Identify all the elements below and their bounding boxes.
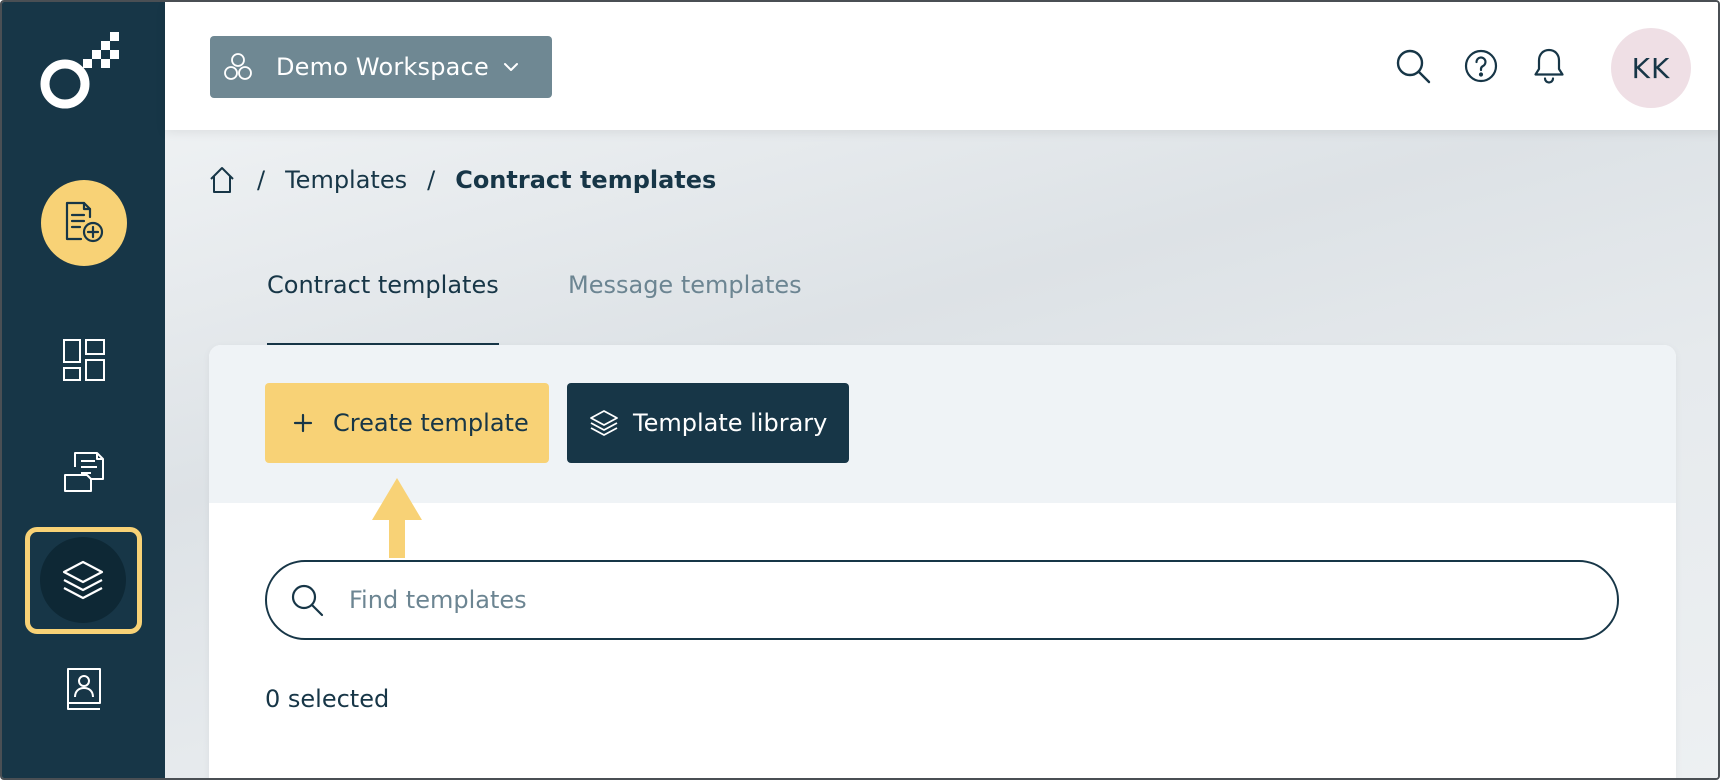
tab-label: Message templates — [568, 271, 802, 299]
search-icon — [289, 582, 325, 618]
new-document-icon — [62, 201, 106, 245]
template-library-label: Template library — [633, 409, 828, 437]
search-input[interactable] — [347, 585, 1551, 615]
help-icon[interactable] — [1461, 46, 1501, 86]
template-search[interactable] — [265, 560, 1619, 640]
breadcrumb-templates[interactable]: Templates — [285, 166, 407, 194]
home-icon[interactable] — [207, 165, 237, 195]
user-avatar[interactable]: KK — [1611, 28, 1691, 108]
template-library-button[interactable]: Template library — [567, 383, 849, 463]
sidebar — [2, 2, 165, 778]
documents-icon — [61, 449, 107, 493]
top-header: Demo Workspace KK — [165, 2, 1718, 130]
breadcrumb-separator: / — [427, 166, 436, 194]
sidebar-item-documents[interactable] — [45, 432, 123, 510]
sidebar-item-templates[interactable] — [40, 537, 126, 623]
main-content: / Templates / Contract templates Contrac… — [165, 130, 1718, 778]
bell-icon[interactable] — [1529, 46, 1569, 86]
app-window: Demo Workspace KK / Templates / Contract… — [0, 0, 1720, 780]
sidebar-item-dashboard[interactable] — [45, 321, 123, 399]
new-document-button[interactable] — [41, 180, 127, 266]
chevron-down-icon — [501, 57, 521, 77]
create-template-label: Create template — [333, 409, 529, 437]
tab-label: Contract templates — [267, 271, 499, 299]
layers-icon — [589, 408, 619, 438]
sidebar-item-contacts[interactable] — [45, 650, 123, 728]
tab-message-templates[interactable]: Message templates — [568, 265, 802, 345]
hint-arrow-icon — [369, 476, 429, 566]
breadcrumb: / Templates / Contract templates — [207, 160, 716, 200]
tab-contract-templates[interactable]: Contract templates — [267, 265, 499, 345]
selected-count: 0 selected — [265, 685, 390, 713]
create-template-button[interactable]: Create template — [265, 383, 549, 463]
contact-book-icon — [64, 667, 104, 711]
workspace-icon — [222, 51, 254, 83]
search-icon[interactable] — [1393, 46, 1433, 86]
panel-toolbar: Create template Template library — [209, 345, 1676, 503]
plus-icon — [293, 413, 313, 433]
workspace-switcher[interactable]: Demo Workspace — [210, 36, 552, 98]
layers-icon — [61, 558, 105, 602]
templates-panel: Create template Template library Find te… — [209, 345, 1676, 778]
breadcrumb-separator: / — [257, 166, 266, 194]
workspace-name: Demo Workspace — [276, 53, 489, 81]
dashboard-icon — [62, 338, 106, 382]
breadcrumb-current: Contract templates — [455, 166, 717, 194]
app-logo[interactable] — [38, 32, 138, 122]
